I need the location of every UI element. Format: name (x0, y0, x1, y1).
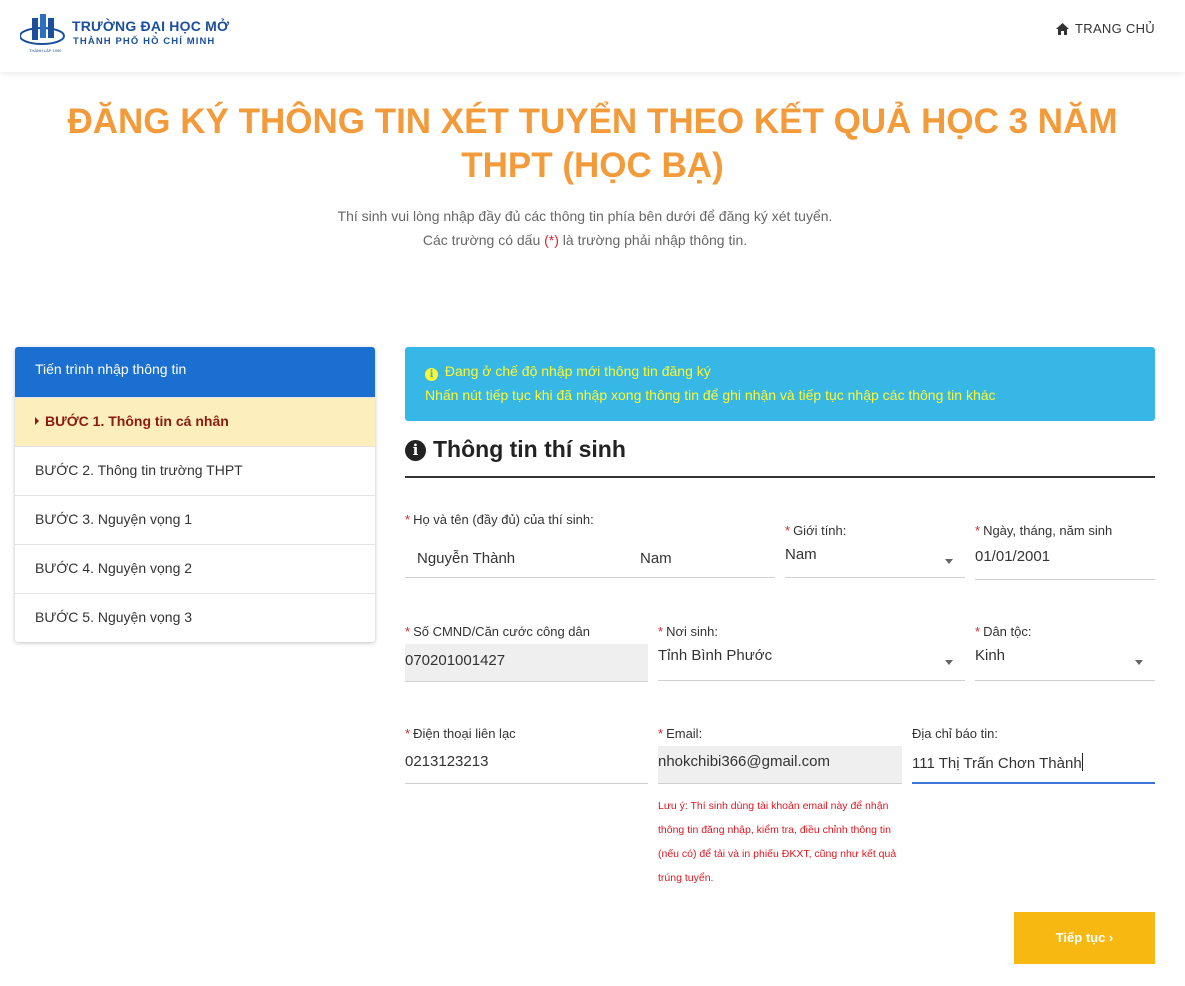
phone-value: 0213123213 (405, 753, 489, 770)
email-field: * Email: nhokchibi366@gmail.com (658, 726, 902, 784)
info-circle-icon: i (425, 368, 438, 381)
full-name-label: * Họ và tên (đầy đủ) của thí sinh: (405, 512, 594, 527)
chevron-down-icon (1135, 660, 1143, 665)
progress-sidebar: Tiến trình nhập thông tin BƯỚC 1. Thông … (15, 347, 375, 642)
home-link-label: TRANG CHỦ (1075, 21, 1155, 36)
home-link[interactable]: TRANG CHỦ (1056, 21, 1155, 36)
mode-info-alert: i Đang ở chế độ nhập mới thông tin đăng … (405, 347, 1155, 421)
university-logo[interactable]: TRƯỜNG ĐẠI HỌC MỞ THÀNH PHỐ HỒ CHÍ MINH … (20, 14, 240, 56)
section-heading: i Thông tin thí sinh (405, 436, 1155, 478)
gender-select[interactable]: Nam (785, 543, 965, 578)
birthplace-label: * Nơi sinh: (658, 624, 718, 639)
intro-line-1: Thí sinh vui lòng nhập đầy đủ các thông … (337, 208, 833, 224)
full-name-field: * Họ và tên (đầy đủ) của thí sinh: Nguyễn… (405, 512, 775, 580)
id-number-input[interactable]: 070201001427 (405, 644, 648, 682)
full-name-input[interactable]: Nguyễn Thành Nam (405, 542, 775, 578)
email-label: * Email: (658, 726, 703, 741)
gender-field: * Giới tính: Nam (785, 523, 965, 579)
home-icon (1056, 22, 1070, 35)
address-input[interactable]: 111 Thị Trấn Chơn Thành (912, 746, 1155, 784)
ethnicity-field: * Dân tộc: Kinh (975, 624, 1155, 681)
address-field: Địa chỉ báo tin: 111 Thị Trấn Chơn Thành (912, 726, 1155, 784)
birthplace-value: Tỉnh Bình Phước (658, 647, 773, 664)
continue-button[interactable]: Tiếp tục › (1014, 912, 1155, 964)
phone-input[interactable]: 0213123213 (405, 746, 648, 784)
logo-subtitle: THÀNH PHỐ HỒ CHÍ MINH (73, 36, 216, 47)
site-header: TRƯỜNG ĐẠI HỌC MỞ THÀNH PHỐ HỒ CHÍ MINH … (0, 0, 1185, 72)
intro-prefix: Các trường có dấu (422, 232, 541, 248)
sidebar-item-step-5[interactable]: BƯỚC 5. Nguyện vọng 3 (15, 593, 375, 642)
sidebar-item-label: BƯỚC 1. Thông tin cá nhân (45, 413, 229, 429)
chevron-down-icon (945, 559, 953, 564)
chevron-down-icon (945, 660, 953, 665)
sidebar-item-label: BƯỚC 4. Nguyện vọng 2 (35, 560, 193, 576)
email-value: nhokchibi366@gmail.com (658, 753, 830, 770)
gender-value: Nam (785, 546, 817, 563)
text-cursor (1081, 753, 1083, 771)
sidebar-item-label: BƯỚC 2. Thông tin trường THPT (35, 462, 243, 478)
id-number-label: * Số CMND/Căn cước công dân (405, 624, 590, 639)
birthplace-field: * Nơi sinh: Tỉnh Bình Phước (658, 624, 965, 681)
phone-label: * Điện thoại liên lạc (405, 726, 516, 741)
email-note: Lưu ý: Thí sinh dùng tài khoản email này… (658, 800, 897, 884)
full-name-last: Nam (640, 550, 672, 567)
email-input[interactable]: nhokchibi366@gmail.com (658, 746, 902, 784)
ethnicity-select[interactable]: Kinh (975, 644, 1155, 681)
sidebar-item-step-4[interactable]: BƯỚC 4. Nguyện vọng 2 (15, 544, 375, 593)
logo-founded: THÀNH LẬP 1990 (29, 48, 62, 53)
info-text-1: Đang ở chế độ nhập mới thông tin đăng ký (444, 363, 711, 379)
caret-right-icon (35, 417, 39, 425)
intro-line-2: Các trường có dấu (*) là trường phải nhậ… (0, 228, 1170, 252)
dob-input[interactable]: 01/01/2001 (975, 543, 1155, 580)
dob-value: 01/01/2001 (975, 548, 1051, 565)
dob-field: * Ngày, tháng, năm sinh 01/01/2001 (975, 523, 1155, 581)
sidebar-item-label: BƯỚC 3. Nguyện vọng 1 (35, 511, 193, 527)
sidebar-item-step-1[interactable]: BƯỚC 1. Thông tin cá nhân (15, 397, 375, 446)
gender-label: * Giới tính: (785, 523, 847, 538)
info-circle-icon: i (405, 440, 426, 461)
address-value: 111 Thị Trấn Chơn Thành (912, 755, 1082, 772)
sidebar-item-step-2[interactable]: BƯỚC 2. Thông tin trường THPT (15, 446, 375, 495)
ethnicity-value: Kinh (975, 647, 1006, 664)
id-number-field: * Số CMND/Căn cước công dân 070201001427 (405, 624, 648, 682)
phone-field: * Điện thoại liên lạc 0213123213 (405, 726, 648, 784)
sidebar-item-step-3[interactable]: BƯỚC 3. Nguyện vọng 1 (15, 495, 375, 544)
page-title: ĐĂNG KÝ THÔNG TIN XÉT TUYỂN THEO KẾT QUẢ… (67, 102, 1118, 185)
sidebar-item-label: BƯỚC 5. Nguyện vọng 3 (35, 609, 193, 625)
page-intro: Thí sinh vui lòng nhập đầy đủ các thông … (0, 204, 1170, 252)
full-name-first: Nguyễn Thành (417, 550, 516, 567)
dob-label: * Ngày, tháng, năm sinh (975, 523, 1113, 538)
address-label: Địa chỉ báo tin: (912, 726, 998, 741)
sidebar-heading: Tiến trình nhập thông tin (15, 347, 375, 397)
section-title-text: Thông tin thí sinh (433, 436, 626, 462)
birthplace-select[interactable]: Tỉnh Bình Phước (658, 644, 965, 681)
id-number-value: 070201001427 (405, 652, 506, 669)
ethnicity-label: * Dân tộc: (975, 624, 1032, 639)
logo-title: TRƯỜNG ĐẠI HỌC MỞ (72, 18, 230, 34)
required-marker: (*) (544, 232, 559, 248)
info-line-1: i Đang ở chế độ nhập mới thông tin đăng … (425, 359, 1135, 383)
intro-suffix: là trường phải nhập thông tin. (562, 232, 748, 248)
info-line-2: Nhấn nút tiếp tục khi đã nhập xong thông… (425, 387, 996, 403)
